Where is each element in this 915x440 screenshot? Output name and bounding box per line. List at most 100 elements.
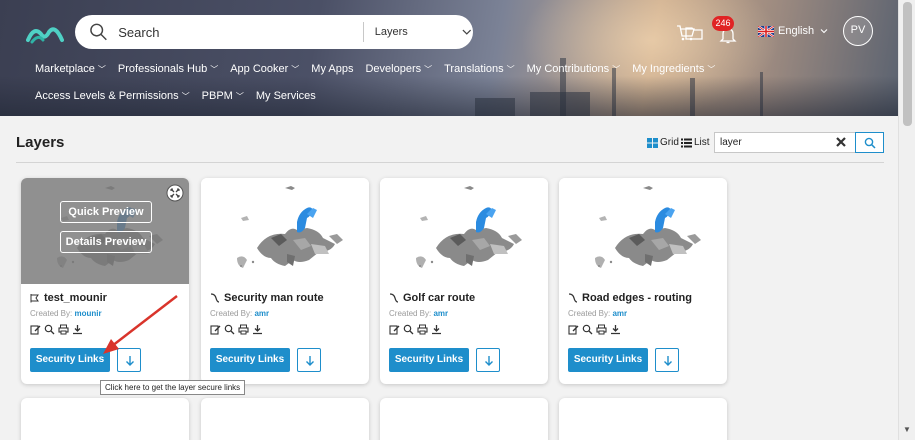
chevron-down-icon: ﹀	[210, 64, 219, 74]
nav-item-label: Developers	[365, 63, 422, 75]
search-icon	[90, 23, 107, 41]
quick-preview-button[interactable]: Quick Preview	[60, 201, 152, 223]
download-icon[interactable]	[610, 324, 621, 335]
download-icon[interactable]	[431, 324, 442, 335]
layer-name[interactable]: Security man route	[210, 292, 324, 304]
author-link[interactable]: amr	[254, 309, 269, 318]
grid-view-toggle[interactable]: Grid	[647, 137, 679, 148]
folder-icon[interactable]	[684, 24, 704, 42]
scrollbar-thumb[interactable]	[903, 2, 912, 126]
route-icon	[389, 293, 399, 303]
layer-card[interactable]: Security man route Created By: amr Secur…	[201, 178, 369, 384]
language-selector[interactable]: English	[758, 25, 829, 37]
nav-item-app-cooker[interactable]: App Cooker ﹀	[230, 63, 299, 75]
author-link[interactable]: amr	[612, 309, 627, 318]
expand-icon[interactable]	[166, 184, 184, 202]
print-icon[interactable]	[58, 324, 69, 335]
layer-author: Created By: amr	[210, 309, 269, 318]
download-icon[interactable]	[72, 324, 83, 335]
magnify-icon[interactable]	[403, 324, 414, 335]
edit-icon[interactable]	[30, 324, 41, 335]
nav-item-my-services[interactable]: My Services	[256, 90, 316, 102]
nav-item-my-ingredients[interactable]: My Ingredients ﹀	[632, 63, 715, 75]
edit-icon[interactable]	[568, 324, 579, 335]
download-button[interactable]	[476, 348, 500, 372]
layer-card-partial[interactable]	[21, 398, 189, 440]
nav-item-marketplace[interactable]: Marketplace ﹀	[35, 63, 106, 75]
nav-item-my-apps[interactable]: My Apps	[311, 63, 353, 75]
search-scope-select[interactable]: Layers	[375, 26, 462, 38]
security-links-button[interactable]: Security Links	[210, 348, 290, 372]
layer-card[interactable]: Road edges - routing Created By: amr Sec…	[559, 178, 727, 384]
layer-name-text: test_mounir	[44, 292, 107, 304]
print-icon[interactable]	[417, 324, 428, 335]
nav-item-my-contributions[interactable]: My Contributions ﹀	[527, 63, 621, 75]
download-button[interactable]	[117, 348, 141, 372]
chevron-down-icon: ﹀	[612, 64, 621, 74]
title-divider	[16, 162, 884, 163]
layer-thumbnail[interactable]	[559, 178, 727, 284]
layer-card[interactable]: Golf car route Created By: amr Security …	[380, 178, 548, 384]
layer-author: Created By: amr	[389, 309, 448, 318]
arrow-down-icon	[126, 356, 134, 366]
global-search-bar[interactable]: Search Layers	[75, 15, 473, 49]
main-nav-row-2: Access Levels & Permissions ﹀ PBPM ﹀ My Serv…	[35, 90, 328, 102]
nav-item-label: My Contributions	[526, 63, 610, 75]
created-by-label: Created By:	[568, 309, 611, 318]
header-banner: Search Layers 246 English PV Marketplace…	[0, 0, 898, 116]
security-links-button[interactable]: Security Links	[568, 348, 648, 372]
nav-item-developers[interactable]: Developers ﹀	[365, 63, 432, 75]
avatar[interactable]: PV	[843, 16, 873, 46]
nav-item-pbpm[interactable]: PBPM ﹀	[202, 90, 244, 102]
arrow-down-icon	[664, 356, 672, 366]
search-divider	[362, 22, 364, 42]
edit-icon[interactable]	[210, 324, 221, 335]
list-view-toggle[interactable]: List	[681, 137, 710, 148]
chevron-down-icon	[820, 29, 828, 34]
clear-filter-icon[interactable]	[834, 135, 848, 149]
preview-overlay: Quick Preview Details Preview	[21, 178, 189, 284]
filter-search-button[interactable]	[855, 132, 884, 153]
layer-name[interactable]: test_mounir	[30, 292, 107, 304]
search-icon	[864, 137, 876, 149]
layer-actions	[389, 324, 442, 335]
nav-item-translations[interactable]: Translations ﹀	[444, 63, 515, 75]
layer-card-partial[interactable]	[559, 398, 727, 440]
print-icon[interactable]	[596, 324, 607, 335]
layer-name[interactable]: Road edges - routing	[568, 292, 692, 304]
author-link[interactable]: mounir	[74, 309, 101, 318]
nav-item-professionals-hub[interactable]: Professionals Hub ﹀	[118, 63, 218, 75]
page-scrollbar[interactable]: ▼	[898, 0, 915, 440]
layer-card[interactable]: Quick Preview Details Preview test_mouni…	[21, 178, 189, 384]
security-links-button[interactable]: Security Links	[30, 348, 110, 372]
nav-item-label: Professionals Hub	[117, 63, 208, 75]
scroll-down-arrow[interactable]: ▼	[903, 425, 911, 434]
layer-author: Created By: mounir	[30, 309, 102, 318]
layer-author: Created By: amr	[568, 309, 627, 318]
route-icon	[210, 293, 220, 303]
nav-item-access-levels-permissions[interactable]: Access Levels & Permissions ﹀	[35, 90, 190, 102]
search-input[interactable]: Search	[118, 25, 363, 40]
download-button[interactable]	[655, 348, 679, 372]
grid-view-label: Grid	[660, 137, 679, 148]
author-link[interactable]: amr	[433, 309, 448, 318]
layer-name[interactable]: Golf car route	[389, 292, 475, 304]
notification-badge: 246	[712, 16, 734, 31]
layer-thumbnail[interactable]	[380, 178, 548, 284]
layer-card-partial[interactable]	[201, 398, 369, 440]
download-button[interactable]	[297, 348, 321, 372]
download-icon[interactable]	[252, 324, 263, 335]
created-by-label: Created By:	[389, 309, 432, 318]
layer-card-partial[interactable]	[380, 398, 548, 440]
security-links-button[interactable]: Security Links	[389, 348, 469, 372]
chevron-down-icon: ﹀	[291, 64, 300, 74]
magnify-icon[interactable]	[582, 324, 593, 335]
edit-icon[interactable]	[389, 324, 400, 335]
layer-thumbnail[interactable]	[201, 178, 369, 284]
app-logo-icon[interactable]	[26, 20, 64, 46]
magnify-icon[interactable]	[44, 324, 55, 335]
print-icon[interactable]	[238, 324, 249, 335]
magnify-icon[interactable]	[224, 324, 235, 335]
details-preview-button[interactable]: Details Preview	[60, 231, 152, 253]
chevron-down-icon: ﹀	[707, 64, 716, 74]
